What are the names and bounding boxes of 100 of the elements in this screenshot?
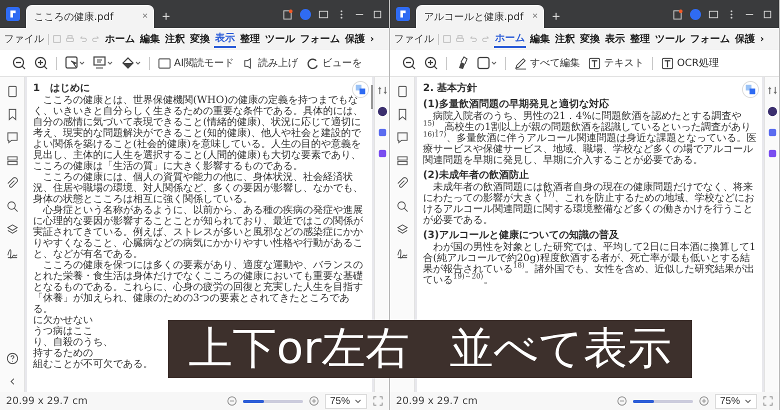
toolbar-button[interactable]: すべて編集 [514,56,580,70]
section-heading: 2. 基本方針 [423,83,478,95]
paragraph: こころの健康を保つには多くの要素があり、適度な運動や、バランスのとれた栄養・食生活は身体だけでなくこころの健康においても重要な基礎となるものである。これらに、心身の疲労の回復と充実した人生を目指す「休養」が加えられ、健康のための3つの要素とされてきたところである。 [33,260,364,315]
zoom-slider[interactable] [242,400,303,402]
close-tab-button[interactable]: × [532,11,538,22]
more-menu-button[interactable]: › [759,32,766,46]
select-cursor-icon[interactable] [65,56,85,70]
subsection-heading: (1)多量飲酒問題の早期発見と適切な対応 [423,99,610,110]
toolbar-button[interactable]: OCR処理 [661,56,719,70]
menu-tab[interactable]: 変換 [189,31,211,47]
paragraph: こころの健康とは、世界保健機関(WHO)の健康の定義を持つまでもなく、いきいきと自分らしく生きるための重要な条件である。具体的には、自分の感情に気づいて表現できること(情緒的健康)、状況に応じて適切に考え、現実的な問題解決ができること(知的健康)、他人や社会と建設的でよい関係を築けること(社会的健康)を意味している。人生の目的や意義を見出し、主体的に人生を選択すること(人間的健康)も大切な要素であり、こころの健康は「生活の質」に大きく影響するものである。 [33,95,364,172]
stack-icon[interactable] [6,223,18,236]
app-logo-icon [396,7,410,21]
page-icon[interactable] [396,85,408,98]
menu-tab[interactable]: 注釈 [554,31,576,47]
tool-icon [158,56,171,70]
avatar-icon[interactable] [690,8,701,20]
close-tab-button[interactable]: × [142,11,148,22]
toolbar-button[interactable]: AI閲読モード [158,56,234,70]
tool-icon [588,56,601,70]
app-logo-icon [6,7,20,21]
tool-icon [306,56,319,70]
zoom-out-icon[interactable] [12,56,26,70]
monitor-icon[interactable] [93,56,113,70]
zoom-dropdown[interactable]: 75% [714,394,757,408]
zoom-in-icon[interactable] [34,56,48,70]
clip-icon[interactable] [396,177,408,190]
help-icon[interactable] [6,352,18,365]
menu-tab[interactable]: ツール [654,31,686,47]
menu-tab[interactable]: 整理 [239,31,261,47]
zoom-in-icon[interactable] [424,56,438,70]
menu-tab[interactable]: フォーム [689,31,731,47]
menu-tab[interactable]: 注釈 [164,31,186,47]
document-tab[interactable]: アルコールと健康.pdf × [416,5,544,28]
caret-icon [354,397,362,405]
maximize-icon[interactable] [372,8,383,20]
file-menu[interactable]: ファイル [3,31,45,47]
menu-tab[interactable]: 表示 [604,31,626,47]
menu-tab[interactable]: ツール [264,31,296,47]
stack-icon[interactable] [396,223,408,236]
menu-tab[interactable]: 編集 [529,31,551,47]
comment-icon[interactable] [396,131,408,144]
search-icon[interactable] [396,200,408,213]
zoom-slider[interactable] [632,400,693,402]
paragraph: 未成年者の飲酒問題には飲酒者自身の現在の健康問題だけでなく、将来にわたっての影響が大きく$^{17)}$、これを防止するための地域、学校などにおけるアルコール関連問題に関する環境整備など多くの働きかけを行うことが必要である。 [423,182,756,226]
rectangle-icon[interactable] [477,56,497,70]
maximize-icon[interactable] [762,8,773,20]
comment-icon[interactable] [6,131,18,144]
page-size-label: 20.99 x 29.7 cm [6,396,88,406]
text-line: うつ病はここ [33,326,93,337]
new-tab-button[interactable]: + [162,8,170,24]
paragraph: 心身症という名称があるように、以前から、ある種の疾病の発症や進展に心理的な要因が影響することことが知られており、最近ではこの関係が実証されてきている。例えば、ストレスが多いと風邪などの感染症にかかりやすくなること、心臓病などの病気にかかりやすい性格や行動があること、などが有名である。 [33,205,364,260]
avatar-icon[interactable] [300,8,311,20]
fit-page-icon[interactable] [763,396,773,406]
new-tab-button[interactable]: + [552,8,560,24]
text-line: 持するための [33,348,93,359]
caption-text: 上下or左右 [188,323,410,375]
tool-icon [661,56,674,70]
translate-icon[interactable] [742,81,759,98]
menu-tab[interactable]: 保護 [344,31,366,47]
tool-icon [514,56,527,70]
toolbar-button[interactable]: ビューを [306,56,362,70]
menu-tab[interactable]: フォーム [299,31,341,47]
tab-title: アルコールと健康.pdf [424,10,525,24]
paragraph: 病院入院者のうち、男性の21．4%に問題飲酒を認めたとする調査や$^{15)}$、高校生の1割以上が親の問題飲酒を認識しているといった調査があり$^{16)17)}$、多量飲酒に伴うアルコール関連問題は身近な課題となっている。医療サービスや保健サービス、地域、職場、学校など多くの場でアルコール関連問題を早期に発見し、早期に介入することが必要である。 [423,111,758,166]
layers-icon[interactable] [396,154,408,167]
notification-icon[interactable] [672,8,683,20]
subsection-heading: (2)未成年者の飲酒防止 [423,170,530,182]
search-icon[interactable] [6,200,18,213]
tab-title: こころの健康.pdf [34,10,115,24]
subsection-heading: (3)アルコールと健康についての知識の普及 [423,230,620,242]
layers-icon[interactable] [6,154,18,167]
text-line: り、自殺のうち、 [33,337,113,348]
menu-tab[interactable]: 編集 [139,31,161,47]
paragraph: こころの健康には、個人の資質や能力の他に、身体状況、社会経済状況、住居や職場の環境、対人関係など、多くの要因が影響し、なかでも、身体の状態とこころは相互に強く関係している。 [33,172,364,205]
text-line: に欠かせない [33,315,93,326]
page-icon[interactable] [6,85,18,98]
caption-text: 並べて表示 [450,323,672,375]
document-tab[interactable]: こころの健康.pdf × [26,5,154,28]
caret-icon [744,397,752,405]
paragraph: わが国の男性を対象とした研究では、平均して2日に日本酒に換算して1合(純アルコールで約20g)程度飲酒する者が、死亡率が最も低いとする結果が報告されている$^{18)}$。諸外国でも、女性を含め、近似した研究結果が出ている$^{19)～20)}$。 [423,242,757,286]
zoom-dropdown[interactable]: 75% [324,394,367,408]
menu-tab[interactable]: 整理 [629,31,651,47]
section-heading: 1 はじめに [33,83,90,95]
toolbar-button[interactable]: テキスト [588,56,644,70]
text-line: 組むことが不可欠である。 [33,359,153,370]
page-size-label: 20.99 x 29.7 cm [396,396,478,406]
menu-tab[interactable]: 保護 [734,31,756,47]
menu-tab[interactable]: 表示 [214,30,236,48]
paint-bucket-icon[interactable] [121,56,141,70]
clip-icon[interactable] [6,177,18,190]
zoom-out-icon[interactable] [402,56,416,70]
file-menu[interactable]: ファイル [393,31,435,47]
menu-tab[interactable]: ホーム [494,30,526,48]
more-menu-button[interactable]: › [369,32,376,46]
menu-tab[interactable]: ホーム [104,31,136,47]
toolbar-button[interactable]: 読み上げ [242,56,298,70]
menu-tab[interactable]: 変換 [579,31,601,47]
notification-icon[interactable] [282,8,293,20]
fit-page-icon[interactable] [373,396,383,406]
